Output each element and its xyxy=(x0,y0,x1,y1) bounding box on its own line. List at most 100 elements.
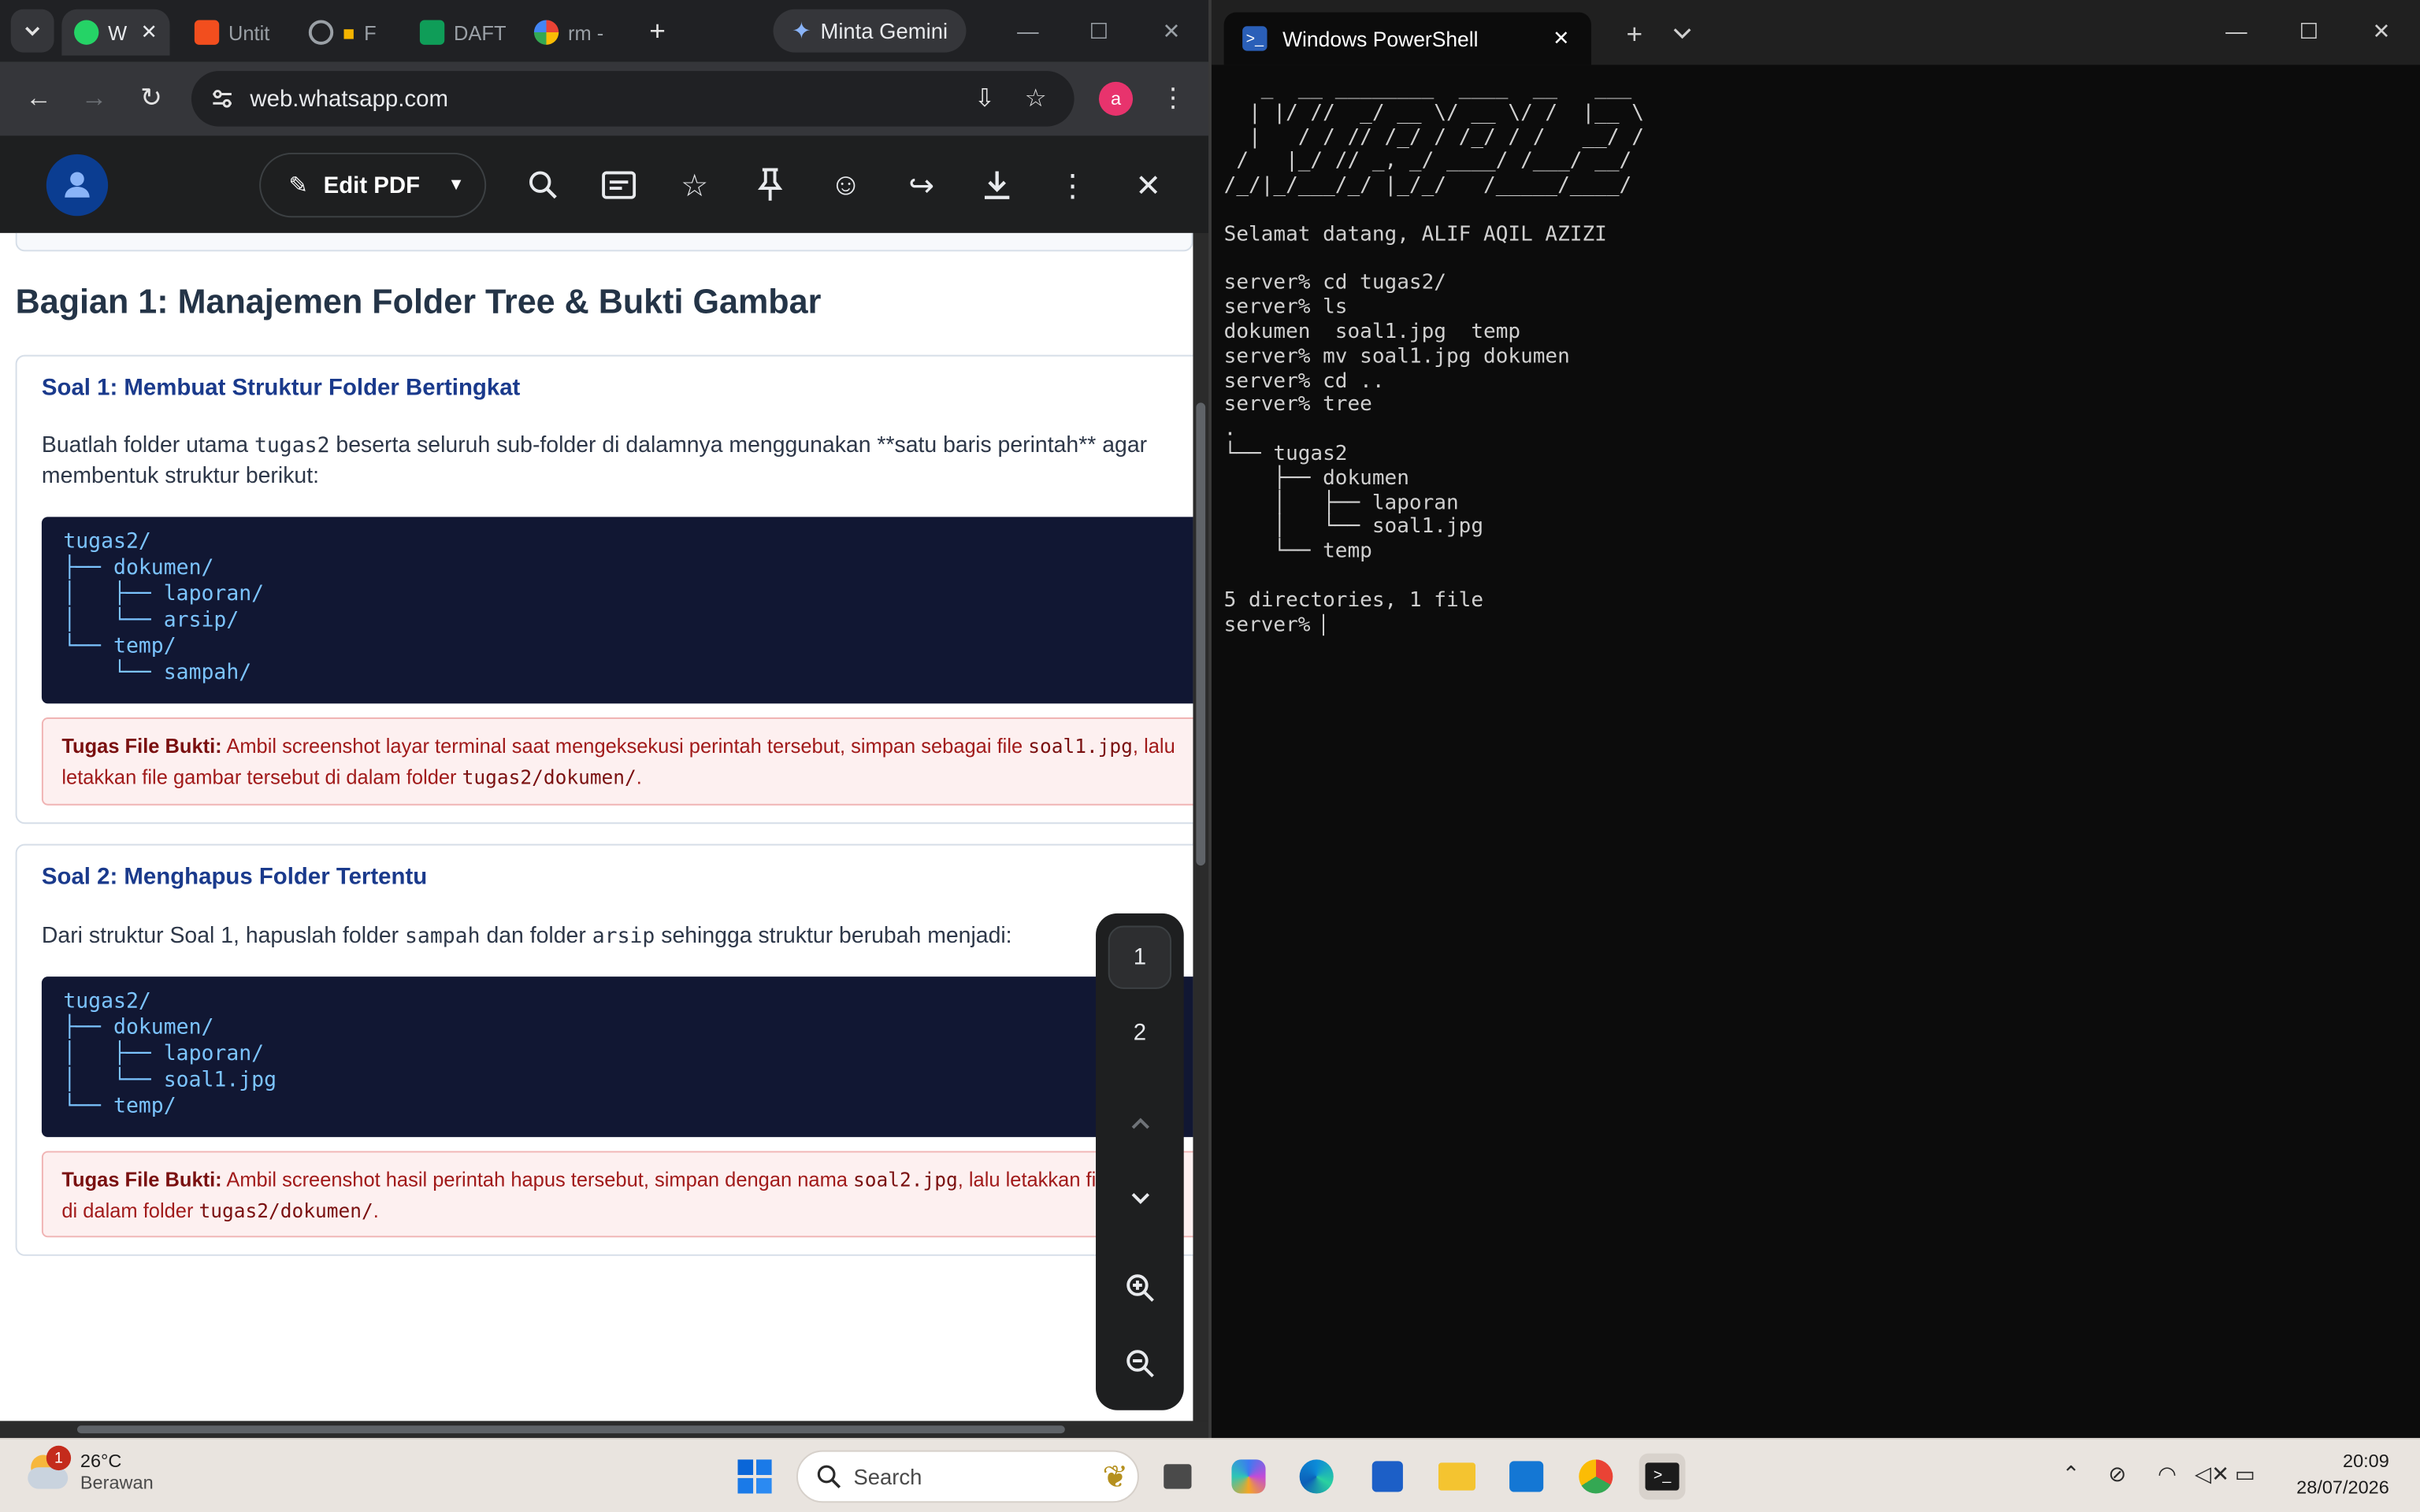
bookmark-star-icon[interactable]: ☆ xyxy=(1020,83,1051,114)
star-icon[interactable]: ☆ xyxy=(676,167,713,204)
terminal-dropdown-button[interactable] xyxy=(1664,16,1701,53)
globe-icon xyxy=(308,20,334,45)
weather-widget[interactable]: 1 26°C Berawan xyxy=(24,1445,154,1495)
new-tab-button[interactable]: + xyxy=(636,9,679,53)
clock-time: 20:09 xyxy=(2343,1450,2389,1473)
tab-label: Untit xyxy=(228,20,270,44)
gemini-button[interactable]: ✦ Minta Gemini xyxy=(773,9,967,53)
tab-google[interactable]: rm - xyxy=(521,9,629,56)
emoji-icon[interactable]: ☺ xyxy=(827,167,864,204)
forward-button[interactable]: → xyxy=(76,80,113,117)
maximize-button[interactable]: ☐ xyxy=(1080,13,1117,50)
text: Buatlah folder utama xyxy=(41,433,254,458)
volume-muted-icon[interactable]: ◁✕ xyxy=(2195,1461,2229,1487)
tab-search-button[interactable] xyxy=(10,9,54,53)
windows-logo-icon xyxy=(737,1459,772,1494)
zoom-out-button[interactable] xyxy=(1108,1332,1171,1395)
pdf-horizontal-scrollbar[interactable] xyxy=(0,1421,1209,1438)
weather-temp: 26°C xyxy=(80,1450,122,1473)
address-bar[interactable]: web.whatsapp.com ⇩ ☆ xyxy=(191,71,1075,127)
search-highlight-icon: ❦ xyxy=(1102,1460,1129,1495)
profile-avatar[interactable]: a xyxy=(1098,81,1134,116)
terminal-output[interactable]: _ __ ________ ____ __ ___ | |/ // _/ __ … xyxy=(1224,77,1644,638)
contact-avatar[interactable] xyxy=(46,154,109,217)
terminal-tab[interactable]: >_ Windows PowerShell ✕ xyxy=(1223,12,1591,65)
soal-1-code-block: tugas2/ ├── dokumen/ │ ├── laporan/ │ └─… xyxy=(41,517,1193,704)
text: Dari struktur Soal 1, hapuslah folder xyxy=(41,924,405,949)
reload-icon: ↻ xyxy=(140,83,162,113)
chevron-down-icon xyxy=(1673,28,1691,39)
tab-label: rm - xyxy=(567,20,604,44)
previous-page-button[interactable] xyxy=(1108,1091,1171,1154)
edit-pdf-label: Edit PDF xyxy=(323,172,421,198)
maximize-button[interactable]: ☐ xyxy=(2290,13,2327,50)
next-page-button[interactable] xyxy=(1108,1166,1171,1229)
caption-icon[interactable] xyxy=(600,167,637,204)
text: , lalu letakkan fil xyxy=(957,1168,1101,1191)
copilot-button[interactable] xyxy=(1226,1454,1272,1500)
store-button[interactable] xyxy=(1364,1454,1411,1500)
zoom-in-button[interactable] xyxy=(1108,1256,1171,1319)
terminal-button[interactable]: >_ xyxy=(1639,1453,1686,1500)
reload-button[interactable]: ↻ xyxy=(132,80,169,117)
close-icon[interactable]: ✕ xyxy=(1130,167,1167,204)
browser-menu-button[interactable]: ⋮ xyxy=(1154,80,1191,117)
outlook-icon xyxy=(1509,1461,1544,1492)
scrollbar-thumb[interactable] xyxy=(1196,402,1206,866)
chevron-down-icon xyxy=(25,27,40,36)
download-icon[interactable] xyxy=(978,167,1015,204)
page-2-button[interactable]: 2 xyxy=(1108,1002,1171,1065)
soal-2-task-alert: Tugas File Bukti: Ambil screenshot hasil… xyxy=(41,1151,1193,1238)
tab-sheets[interactable]: DAFT xyxy=(407,9,515,56)
file-explorer-button[interactable] xyxy=(1434,1454,1480,1500)
new-terminal-tab-button[interactable]: + xyxy=(1616,16,1653,53)
close-window-button[interactable]: ✕ xyxy=(2363,13,2400,50)
chevron-up-icon xyxy=(1130,1117,1149,1128)
tab-whatsapp[interactable]: W ✕ xyxy=(61,9,170,56)
show-hidden-icons-button[interactable]: ⌃ xyxy=(2062,1461,2080,1487)
inline-code: soal2.jpg xyxy=(853,1168,958,1191)
start-button[interactable] xyxy=(732,1454,778,1500)
close-icon[interactable]: ✕ xyxy=(140,20,157,44)
zoom-out-icon xyxy=(1126,1349,1153,1377)
search-icon[interactable] xyxy=(525,167,562,204)
tab-label: W xyxy=(108,20,128,44)
inline-code: tugas2 xyxy=(254,433,330,458)
tab-group[interactable]: ■ F xyxy=(296,9,395,56)
tab-figma[interactable]: Untit xyxy=(182,9,290,56)
wifi-icon[interactable]: ◠ xyxy=(2158,1461,2177,1487)
page-1-button[interactable]: 1 xyxy=(1108,925,1172,989)
clock[interactable]: 20:09 28/07/2026 xyxy=(2281,1449,2389,1502)
pin-icon[interactable] xyxy=(752,167,789,204)
taskbar-search[interactable]: Search ❦ xyxy=(796,1450,1139,1503)
soal-2-card: Soal 2: Menghapus Folder Tertentu Dari s… xyxy=(15,843,1193,1256)
search-icon xyxy=(817,1465,841,1488)
minimize-button[interactable]: — xyxy=(2218,13,2255,50)
outlook-button[interactable] xyxy=(1503,1454,1550,1500)
more-vertical-icon[interactable]: ⋮ xyxy=(1054,167,1091,204)
inline-code: sampah xyxy=(404,924,481,949)
close-icon[interactable]: ✕ xyxy=(1553,26,1569,50)
battery-icon[interactable]: ▭ xyxy=(2235,1461,2255,1487)
forward-icon[interactable]: ↪ xyxy=(903,167,940,204)
caret-down-icon: ▼ xyxy=(447,176,465,195)
store-icon xyxy=(1371,1461,1403,1492)
onedrive-off-icon[interactable]: ⊘ xyxy=(2108,1461,2126,1487)
close-window-button[interactable]: ✕ xyxy=(1153,13,1190,50)
sheets-icon xyxy=(419,20,445,45)
text: dan folder xyxy=(480,924,592,949)
pencil-icon: ✎ xyxy=(288,172,309,199)
pdf-vertical-scrollbar[interactable] xyxy=(1193,232,1209,1421)
chrome-button[interactable] xyxy=(1572,1454,1619,1500)
task-view-button[interactable] xyxy=(1154,1454,1201,1500)
minimize-button[interactable]: — xyxy=(1009,13,1046,50)
inline-code: tugas2/dokumen/ xyxy=(199,1199,373,1222)
edit-pdf-button[interactable]: ✎ Edit PDF ▼ xyxy=(259,152,487,218)
scrollbar-thumb[interactable] xyxy=(76,1425,1065,1434)
install-app-icon[interactable]: ⇩ xyxy=(969,83,1000,114)
edge-button[interactable] xyxy=(1294,1454,1340,1500)
url-text: web.whatsapp.com xyxy=(250,85,448,113)
weather-desc: Berawan xyxy=(80,1472,154,1494)
soal-2-code-block: tugas2/ ├── dokumen/ │ ├── laporan/ │ └─… xyxy=(41,976,1193,1137)
back-button[interactable]: ← xyxy=(20,80,57,117)
